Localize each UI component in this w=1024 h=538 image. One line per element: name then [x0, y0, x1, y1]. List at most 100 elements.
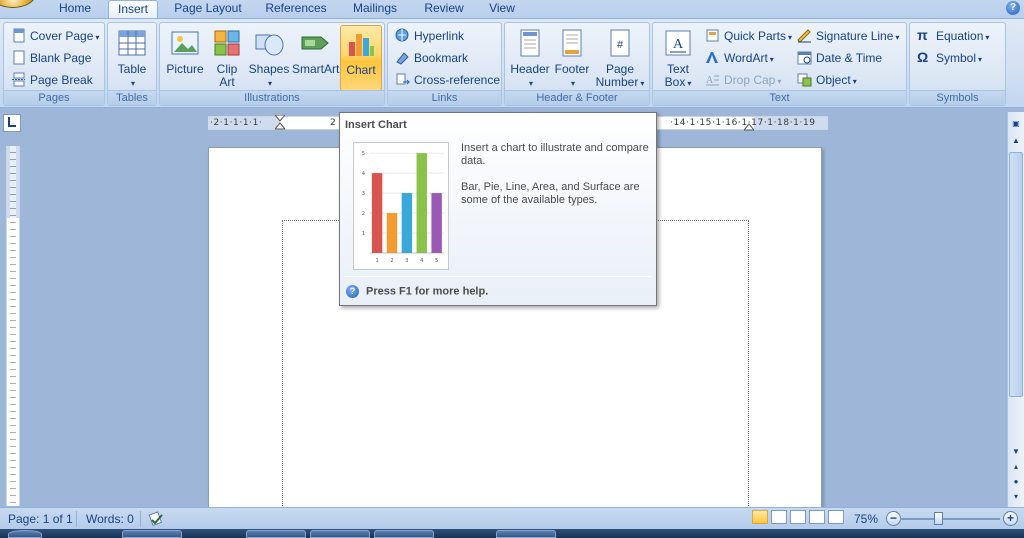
- tab-home[interactable]: Home: [52, 0, 98, 18]
- chart-x-tick-label: 5: [435, 258, 438, 264]
- quick-parts-button[interactable]: Quick Parts ▾: [705, 26, 792, 46]
- tab-page-layout[interactable]: Page Layout: [168, 0, 248, 18]
- chart-y-tick-label: 5: [362, 151, 365, 157]
- zoom-slider-track[interactable]: [900, 518, 1000, 520]
- ribbon: Cover Page ▾ Blank Page Page Break Pages …: [0, 18, 1024, 108]
- taskbar-item[interactable]: [122, 530, 182, 538]
- taskbar: [0, 529, 1024, 538]
- cross-reference-button[interactable]: Cross-reference: [395, 70, 500, 90]
- text-box-button[interactable]: A Text Box ▾: [657, 27, 699, 93]
- tab-references[interactable]: References: [260, 0, 332, 18]
- page-count[interactable]: Page: 1 of 1: [8, 511, 73, 527]
- cross-reference-icon: [396, 73, 410, 85]
- ruler-left-number-2: 2: [330, 118, 337, 128]
- right-indent-marker-icon[interactable]: [744, 121, 754, 131]
- draft-view-icon[interactable]: [828, 510, 844, 524]
- zoom-slider-thumb[interactable]: [934, 512, 943, 525]
- picture-button[interactable]: Picture: [164, 27, 206, 89]
- cover-page-button[interactable]: Cover Page ▾: [11, 26, 99, 46]
- chart-x-tick-label: 1: [376, 258, 379, 264]
- footer-button[interactable]: Footer ▾: [551, 27, 593, 93]
- footer-label: Footer: [554, 62, 590, 76]
- chart-y-tick-label: 1: [362, 231, 365, 237]
- office-button[interactable]: [0, 0, 36, 8]
- chart-bar: [416, 153, 427, 253]
- clip-art-label-1: Clip: [216, 62, 238, 76]
- group-symbols: π Equation ▾ Ω Symbol ▾ Symbols: [909, 22, 1006, 106]
- globe-link-icon: [395, 28, 409, 42]
- group-illustrations: Picture Clip Art Shapes ▾ SmartArt Chart I…: [159, 22, 385, 106]
- clip-art-button[interactable]: Clip Art: [208, 27, 246, 89]
- bookmark-button[interactable]: Bookmark: [395, 48, 468, 68]
- header-label: Header: [510, 62, 550, 76]
- symbol-button[interactable]: Ω Symbol ▾: [917, 48, 982, 68]
- scroll-up-arrow-icon[interactable]: ▲: [1009, 134, 1023, 148]
- page-break-button[interactable]: Page Break: [11, 70, 93, 90]
- group-label-links: Links: [388, 90, 501, 105]
- tab-selector[interactable]: [3, 114, 21, 132]
- tooltip-help: ? Press F1 for more help.: [346, 285, 488, 298]
- zoom-in-button[interactable]: +: [1003, 511, 1018, 526]
- drop-cap-button[interactable]: A Drop Cap ▾: [705, 70, 781, 90]
- blank-page-button[interactable]: Blank Page: [11, 48, 91, 68]
- equation-button[interactable]: π Equation ▾: [917, 26, 989, 46]
- group-label-symbols: Symbols: [910, 90, 1005, 105]
- tooltip-help-text: Press F1 for more help.: [366, 285, 489, 298]
- tooltip-separator: [344, 276, 652, 277]
- smartart-button[interactable]: SmartArt: [292, 27, 340, 89]
- next-page-icon[interactable]: ▾: [1009, 490, 1023, 504]
- shapes-button[interactable]: Shapes ▾: [248, 27, 290, 89]
- print-layout-view-icon[interactable]: [752, 510, 768, 524]
- cover-page-label: Cover Page: [30, 29, 94, 43]
- chart-bar: [401, 193, 413, 253]
- chart-x-tick-label: 4: [420, 258, 423, 264]
- outline-view-icon[interactable]: [809, 510, 825, 524]
- group-label-pages: Pages: [4, 90, 104, 105]
- date-time-button[interactable]: Date & Time: [797, 48, 882, 68]
- group-label-illustrations: Illustrations: [160, 90, 384, 105]
- text-box-label-1: Text: [666, 62, 689, 76]
- help-icon: ?: [346, 285, 359, 298]
- wordart-button[interactable]: WordArt ▾: [705, 48, 774, 68]
- table-button[interactable]: Table ▾: [111, 27, 153, 89]
- tab-insert[interactable]: Insert: [108, 0, 158, 19]
- start-button[interactable]: [8, 530, 42, 538]
- chart-button[interactable]: Chart: [340, 25, 382, 91]
- indent-marker-icon[interactable]: [275, 115, 285, 131]
- tooltip-description: Insert a chart to illustrate and compare…: [461, 142, 651, 220]
- page-number-button[interactable]: # Page Number ▾: [595, 27, 645, 93]
- scroll-down-arrow-icon[interactable]: ▼: [1009, 445, 1023, 459]
- web-layout-view-icon[interactable]: [790, 510, 806, 524]
- header-button[interactable]: Header ▾: [509, 27, 551, 93]
- tab-mailings[interactable]: Mailings: [346, 0, 404, 18]
- taskbar-item[interactable]: [496, 530, 556, 538]
- ruler-toggle-icon[interactable]: ▣: [1009, 117, 1023, 131]
- tab-view[interactable]: View: [482, 0, 522, 18]
- vertical-scrollbar[interactable]: ▣ ▲ ▼ ▴ ● ▾: [1007, 112, 1024, 507]
- previous-page-icon[interactable]: ▴: [1009, 460, 1023, 474]
- taskbar-item[interactable]: [310, 530, 370, 538]
- word-count[interactable]: Words: 0: [86, 511, 134, 527]
- smartart-label: SmartArt: [292, 62, 340, 76]
- taskbar-item[interactable]: [374, 530, 434, 538]
- group-label-header-footer: Header & Footer: [505, 90, 649, 105]
- scrollbar-thumb[interactable]: [1009, 152, 1023, 397]
- taskbar-item[interactable]: [246, 530, 306, 538]
- chart-bar: [371, 173, 383, 253]
- tab-review[interactable]: Review: [418, 0, 470, 18]
- chart-x-tick-label: 3: [405, 258, 408, 264]
- select-browse-object-icon[interactable]: ●: [1009, 475, 1023, 489]
- object-button[interactable]: Object ▾: [797, 70, 857, 90]
- vertical-ruler[interactable]: [6, 146, 20, 506]
- blank-page-icon: [13, 50, 25, 65]
- signature-line-button[interactable]: Signature Line ▾: [797, 26, 899, 46]
- svg-text:A: A: [673, 37, 684, 52]
- zoom-out-button[interactable]: −: [886, 511, 901, 526]
- help-icon[interactable]: ?: [1006, 1, 1020, 15]
- zoom-level[interactable]: 75%: [854, 511, 878, 527]
- wordart-label: WordArt: [724, 51, 768, 65]
- full-screen-reading-view-icon[interactable]: [771, 510, 787, 524]
- header-icon: [520, 29, 540, 57]
- proofing-icon[interactable]: [148, 511, 165, 527]
- hyperlink-button[interactable]: Hyperlink: [395, 26, 464, 46]
